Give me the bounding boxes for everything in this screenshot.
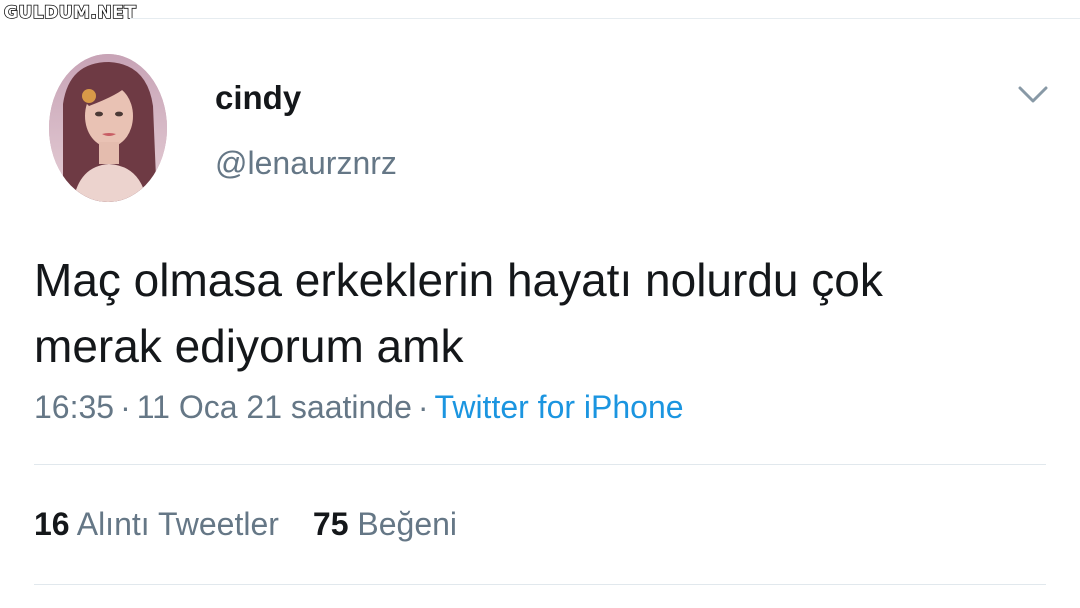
avatar[interactable]	[49, 54, 167, 202]
tweet-text-line: Maç olmasa erkeklerin hayatı nolurdu çok	[34, 254, 883, 306]
tweet-text-line: merak ediyorum amk	[34, 320, 464, 372]
top-divider	[130, 18, 1080, 19]
likes-count: 75	[312, 506, 349, 542]
tweet-metadata: 16:35 · 11 Oca 21 saatinde · Twitter for iPh…	[34, 389, 684, 426]
tweet-date[interactable]: 11 Oca 21 saatinde	[137, 389, 412, 425]
likes-stat[interactable]: 75 Beğeni	[313, 506, 457, 543]
watermark-logo: GULDUM.NET	[3, 3, 137, 23]
separator: ·	[417, 389, 429, 425]
divider	[34, 584, 1046, 585]
user-handle[interactable]: @lenaurznrz	[215, 145, 397, 182]
chevron-down-icon	[1018, 86, 1048, 103]
quote-tweets-stat[interactable]: 16 Alıntı Tweetler	[34, 506, 279, 543]
quote-label: Alıntı Tweetler	[76, 506, 279, 542]
avatar-photo	[49, 54, 167, 202]
tweet-source-link[interactable]: Twitter for iPhone	[435, 389, 684, 425]
likes-label: Beğeni	[357, 506, 458, 542]
quote-count: 16	[34, 506, 70, 542]
tweet-stats: 16 Alıntı Tweetler 75 Beğeni	[34, 506, 491, 543]
tweet-menu-button[interactable]	[1014, 80, 1052, 110]
separator: ·	[120, 389, 131, 425]
tweet-time[interactable]: 16:35	[34, 389, 114, 425]
tweet-text: Maç olmasa erkeklerin hayatı nolurdu çok…	[34, 247, 1044, 379]
display-name[interactable]: cindy	[215, 79, 301, 117]
divider	[34, 464, 1046, 465]
